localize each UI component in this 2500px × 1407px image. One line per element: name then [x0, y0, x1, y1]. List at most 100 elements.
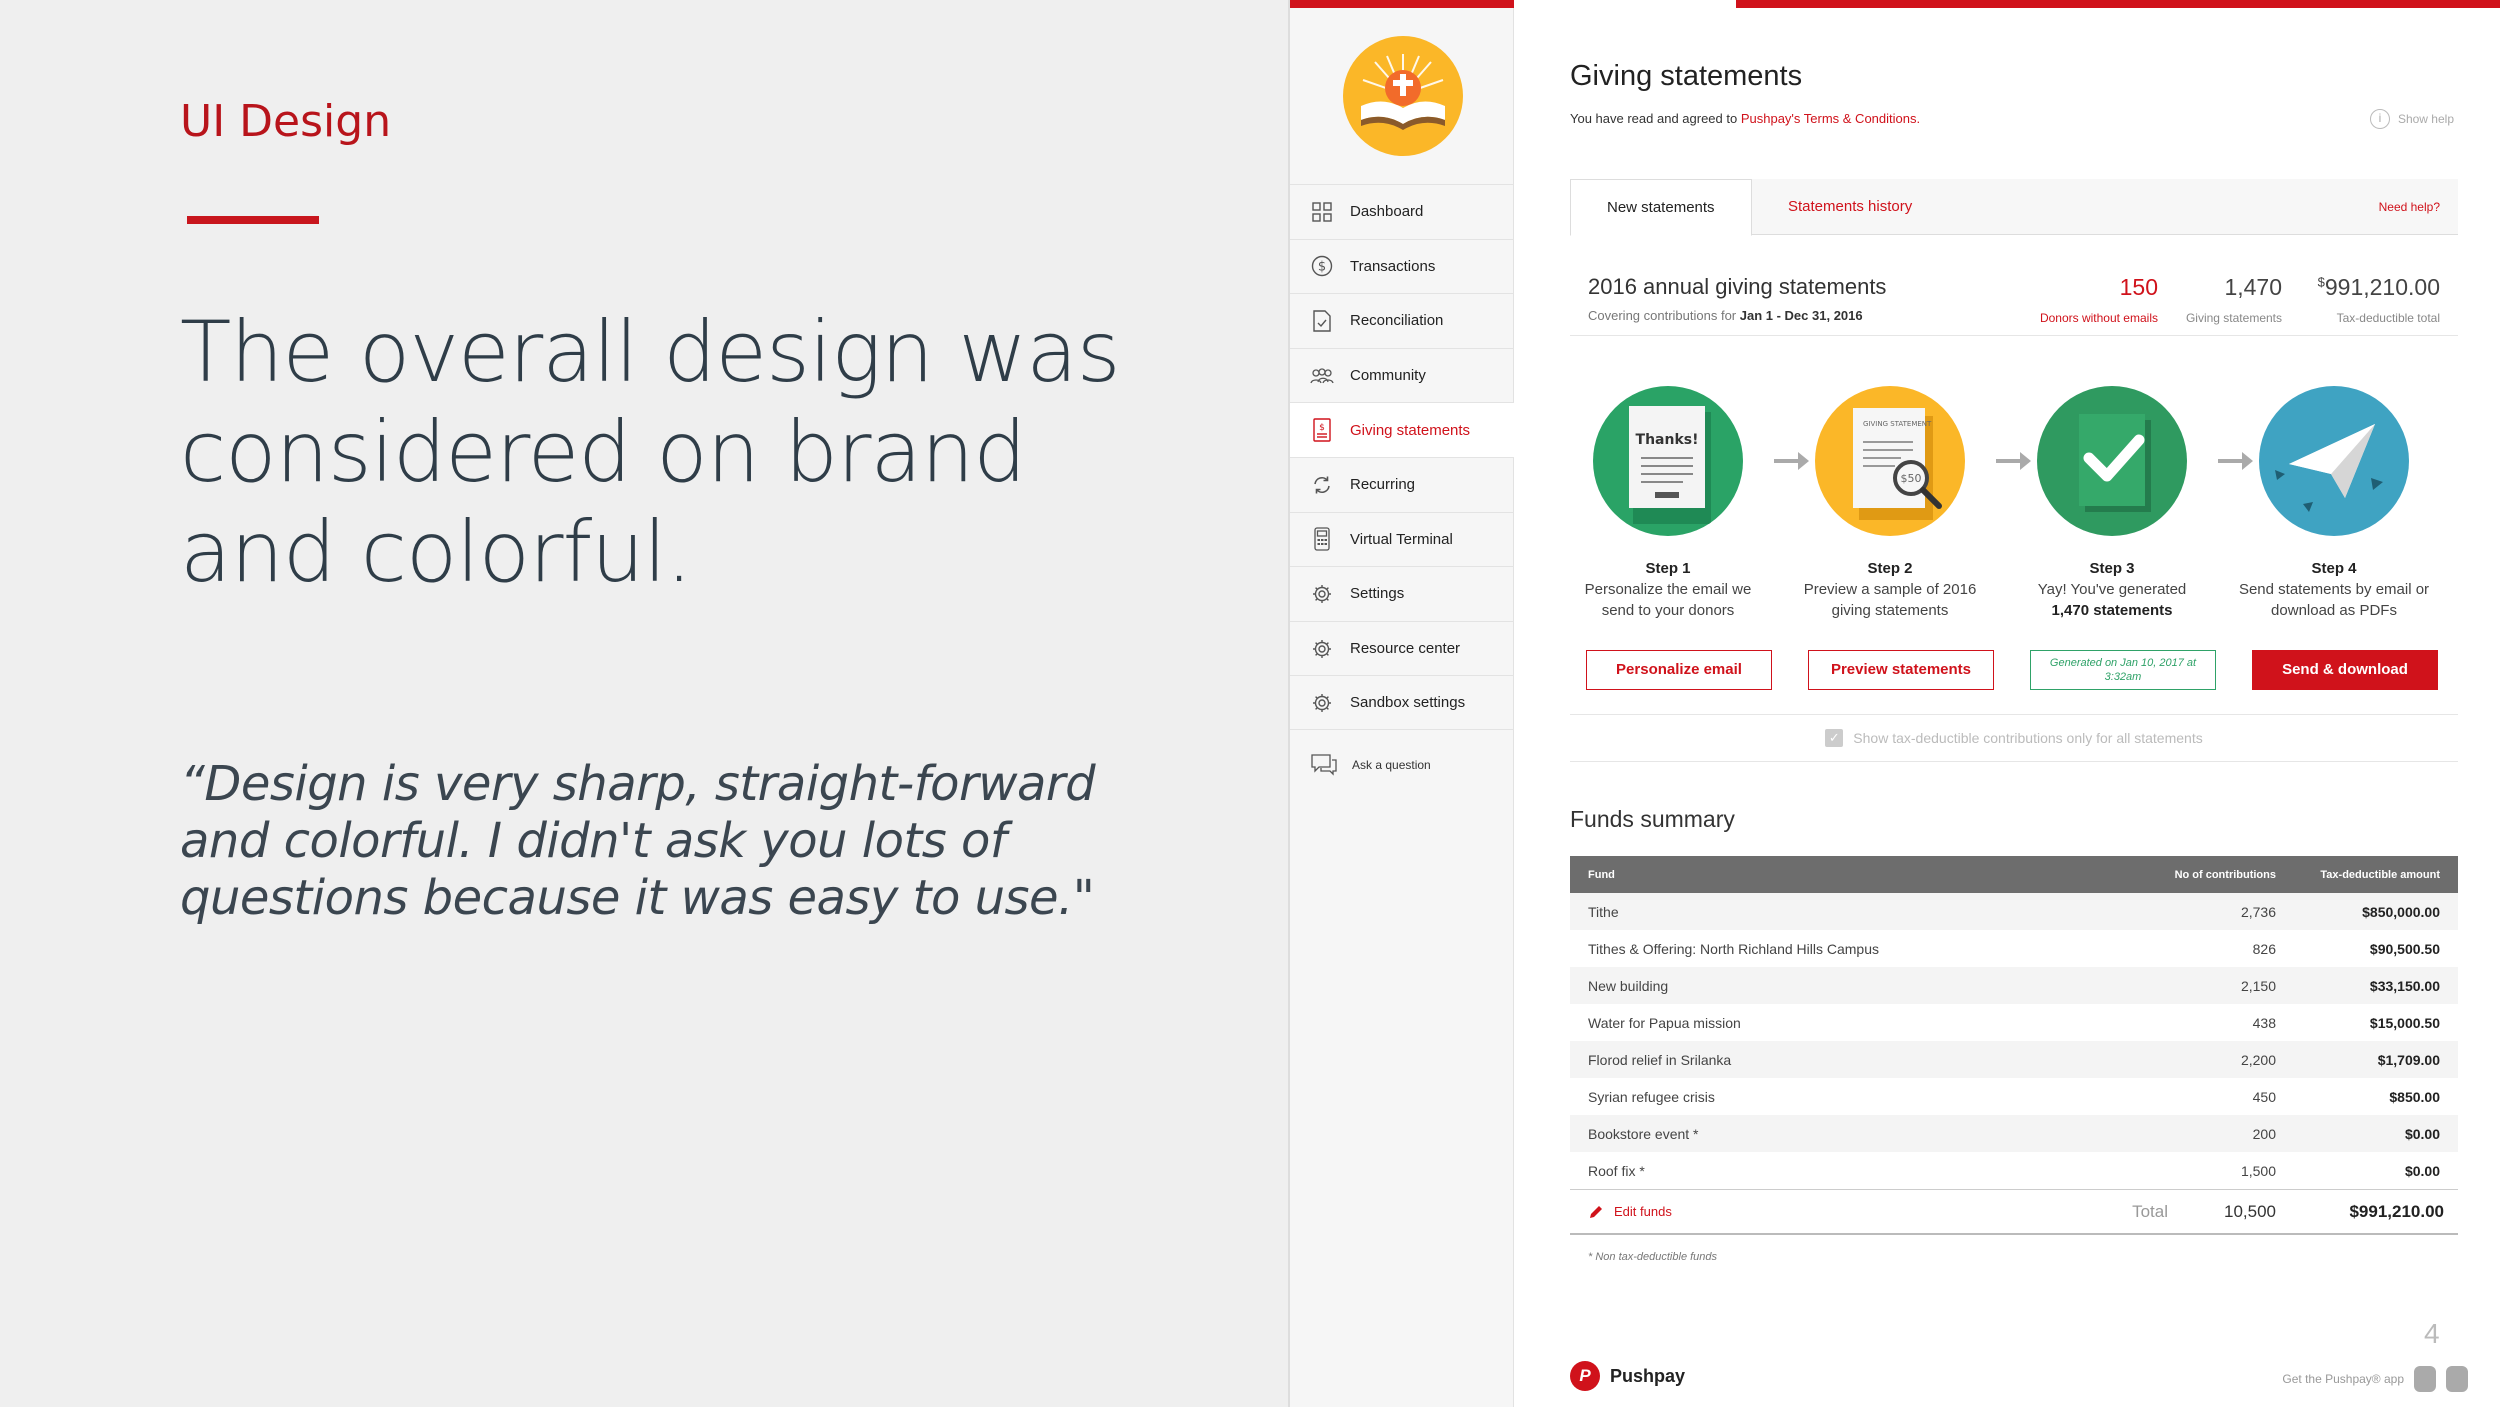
contribution-count: 1,500 [2240, 1162, 2276, 1179]
contribution-count: 826 [2252, 940, 2276, 957]
statement-tabs: New statements Statements history Need h… [1570, 179, 2458, 236]
sidebar-item-reconciliation[interactable]: Reconciliation [1290, 293, 1514, 348]
covering-range: Jan 1 - Dec 31, 2016 [1739, 308, 1863, 323]
stat-giving-statements: 1,470 Giving statements [2186, 274, 2282, 325]
gear-icon [1310, 637, 1334, 661]
stat-label: Tax-deductible total [2336, 311, 2440, 325]
stat-donors-without-emails[interactable]: 150 Donors without emails [2040, 274, 2158, 325]
brand-name: Pushpay [1610, 1365, 1686, 1386]
fund-name: Syrian refugee crisis [1588, 1088, 1715, 1105]
stat-tax-deductible-total: $991,210.00 Tax-deductible total [2318, 274, 2440, 325]
contribution-count: 450 [2252, 1088, 2276, 1105]
terms-link[interactable]: Pushpay's Terms & Conditions. [1741, 111, 1920, 126]
column-header-amount[interactable]: Tax-deductible amount [2288, 869, 2458, 881]
sidebar-item-sandbox-settings[interactable]: Sandbox settings [1290, 675, 1514, 730]
deductible-amount: $0.00 [2404, 1162, 2440, 1179]
table-row[interactable]: Water for Papua mission 438 $15,000.50 [1570, 1004, 2458, 1041]
need-help-link[interactable]: Need help? [2361, 179, 2458, 235]
step-number: Step 1 [1645, 560, 1691, 577]
sidebar-item-label: Reconciliation [1350, 312, 1444, 330]
step-description: Send statements by email or download as … [2238, 581, 2430, 619]
apple-icon[interactable] [2414, 1366, 2436, 1392]
sidebar-item-transactions[interactable]: $ Transactions [1290, 238, 1514, 294]
tax-deductible-only-checkbox[interactable]: ✓ Show tax-deductible contributions only… [1570, 714, 2458, 762]
funds-table: Fund No of contributions Tax-deductible … [1570, 856, 2458, 1235]
terms-prefix: You have read and agreed to [1570, 111, 1741, 126]
card-text: GIVING STATEMENT [1863, 420, 1932, 428]
edit-funds-button[interactable]: Edit funds [1570, 1204, 2068, 1220]
sidebar-item-label: Recurring [1350, 476, 1416, 494]
pushpay-logo-icon: P [1570, 1361, 1600, 1391]
step-3: Step 3 Yay! You've generated 1,470 statem… [2014, 386, 2210, 621]
sidebar-item-settings[interactable]: Settings [1290, 566, 1514, 621]
contribution-count: 2,736 [2240, 903, 2276, 920]
amount-text: $50 [1901, 472, 1922, 485]
tab-statements-history[interactable]: Statements history [1752, 179, 1948, 235]
checkbox-label: Show tax-deductible contributions only f… [1853, 730, 2203, 746]
funds-summary-title: Funds summary [1570, 806, 1735, 832]
deductible-amount: $0.00 [2404, 1125, 2440, 1142]
table-row[interactable]: Syrian refugee crisis 450 $850.00 [1570, 1078, 2458, 1115]
table-body: Tithe 2,736 $850,000.00 Tithes & Offering: … [1570, 893, 2458, 1189]
info-icon: i [2369, 109, 2390, 129]
table-row[interactable]: Florod relief in Srilanka 2,200 $1,709.00 [1570, 1041, 2458, 1078]
table-row[interactable]: Bookstore event * 200 $0.00 [1570, 1115, 2458, 1152]
table-row[interactable]: New building 2,150 $33,150.00 [1570, 967, 2458, 1004]
deductible-amount: $850,000.00 [2362, 903, 2440, 920]
column-header-fund[interactable]: Fund [1570, 869, 2088, 881]
terms-notice: You have read and agreed to Pushpay's Te… [1570, 111, 1920, 126]
statement-steps: Thanks! Step 1 Personalize the email we … [1570, 386, 2458, 706]
main-content: Giving statements You have read and agre… [1514, 8, 2500, 1407]
card-text: Thanks! [1636, 432, 1699, 448]
top-bar-gap [1514, 0, 1736, 8]
page-title: Giving statements [1570, 60, 1803, 92]
footnote: * Non tax-deductible funds [1588, 1251, 1718, 1263]
preview-statements-button[interactable]: Preview statements [1808, 650, 1994, 690]
ask-question-link[interactable]: Ask a question [1310, 753, 1431, 777]
table-row[interactable]: Tithe 2,736 $850,000.00 [1570, 893, 2458, 930]
table-row[interactable]: Roof fix * 1,500 $0.00 [1570, 1152, 2458, 1189]
stat-value: 150 [2119, 274, 2158, 300]
currency-symbol: $ [2317, 274, 2325, 290]
gear-icon [1310, 582, 1334, 606]
column-header-contributions[interactable]: No of contributions [2088, 869, 2288, 881]
show-help-toggle[interactable]: i Show help [2369, 109, 2454, 129]
sidebar-item-virtual-terminal[interactable]: Virtual Terminal [1290, 511, 1514, 567]
show-help-label: Show help [2397, 112, 2454, 126]
deductible-amount: $850.00 [2389, 1088, 2440, 1105]
send-download-button[interactable]: Send & download [2252, 650, 2438, 690]
android-icon[interactable] [2446, 1366, 2468, 1392]
contribution-count: 200 [2252, 1125, 2276, 1142]
sidebar-item-resource-center[interactable]: Resource center [1290, 620, 1514, 676]
step-number: Step 3 [2089, 560, 2135, 577]
step-2: GIVING STATEMENT $50 Step 2 Preview a sa… [1792, 386, 1988, 621]
table-total-row: Edit funds Total 10,500 $991,210.00 [1570, 1189, 2458, 1235]
tab-new-statements[interactable]: New statements [1570, 179, 1752, 236]
personalize-email-button[interactable]: Personalize email [1586, 650, 1772, 690]
stat-label: Donors without emails [2039, 311, 2158, 325]
document-check-icon [1310, 309, 1334, 333]
generated-count: 1,470 statements [2051, 602, 2173, 619]
generated-check-illustration [2037, 386, 2187, 536]
covering-prefix: Covering contributions for [1588, 308, 1740, 323]
step-4: Step 4 Send statements by email or downl… [2236, 386, 2432, 621]
app-window: Dashboard $ Transactions Reconciliation … [1288, 0, 2500, 1407]
testimonial-quote: “Design is very sharp, straight-forward … [180, 756, 1096, 926]
checkbox-check-icon[interactable]: ✓ [1825, 729, 1844, 747]
table-row[interactable]: Tithes & Offering: North Richland Hills … [1570, 930, 2458, 967]
sidebar-item-dashboard[interactable]: Dashboard [1290, 184, 1514, 239]
contribution-count: 2,200 [2240, 1051, 2276, 1068]
sidebar-item-label: Sandbox settings [1350, 694, 1466, 712]
contribution-count: 438 [2252, 1014, 2276, 1031]
deductible-amount: $33,150.00 [2369, 977, 2440, 994]
sidebar-item-giving-statements[interactable]: $ Giving statements [1290, 402, 1514, 457]
step-description: Personalize the email we send to your do… [1584, 581, 1752, 619]
sidebar: Dashboard $ Transactions Reconciliation … [1290, 8, 1514, 1407]
paper-plane-illustration [2259, 386, 2409, 536]
sidebar-item-community[interactable]: Community [1290, 347, 1514, 403]
deductible-amount: $15,000.50 [2369, 1014, 2440, 1031]
sidebar-item-recurring[interactable]: Recurring [1290, 456, 1514, 512]
church-logo[interactable] [1343, 36, 1463, 156]
step-description-text: Yay! You've generated [2037, 581, 2187, 598]
ask-question-label: Ask a question [1352, 758, 1431, 772]
